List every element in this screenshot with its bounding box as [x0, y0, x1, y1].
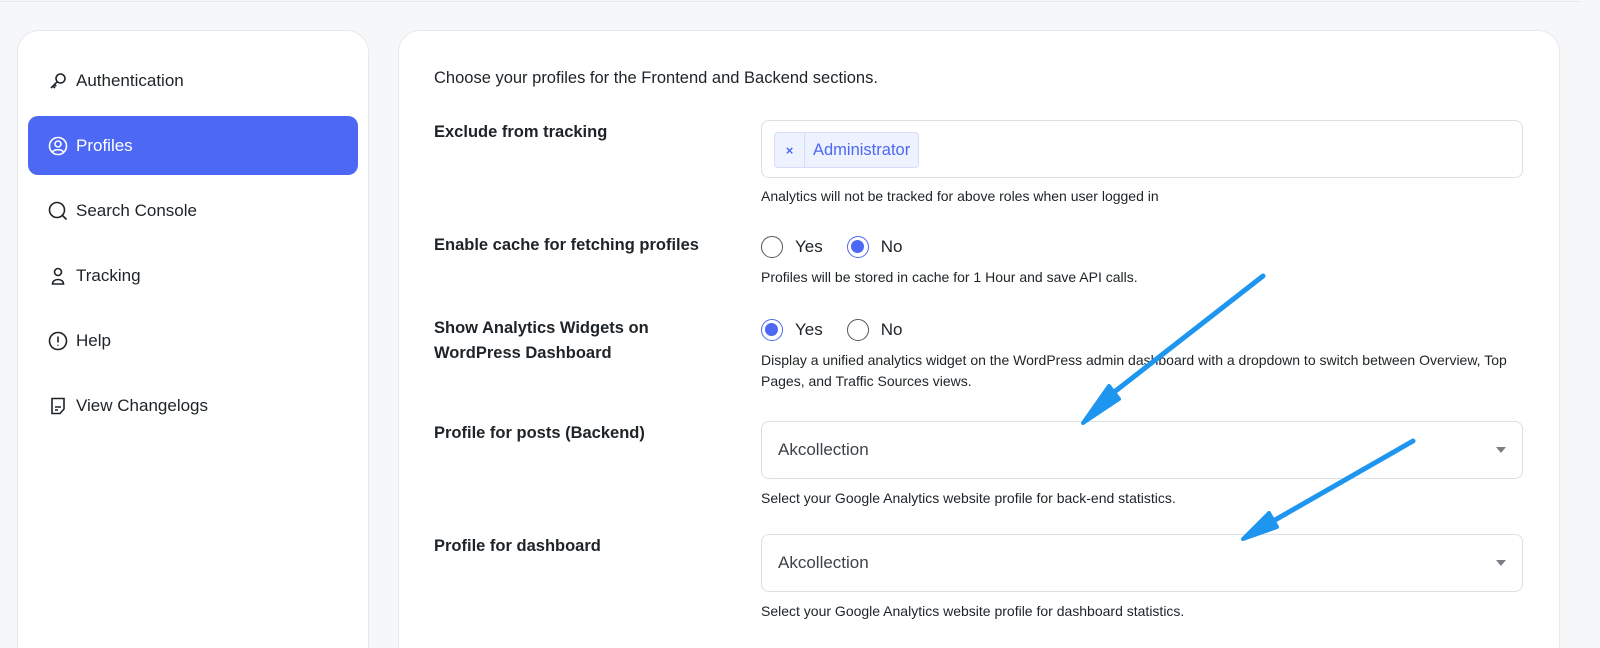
search-icon	[48, 201, 68, 221]
select-value: Akcollection	[778, 440, 869, 459]
cache-help: Profiles will be stored in cache for 1 H…	[761, 269, 1138, 285]
radio-label: No	[880, 320, 903, 339]
sidebar-item-tracking[interactable]: Tracking	[28, 246, 358, 305]
remove-tag-icon[interactable]: ×	[775, 133, 805, 167]
radio-button[interactable]	[761, 319, 783, 341]
cache-label: Enable cache for fetching profiles	[434, 236, 699, 254]
sidebar-item-label: Search Console	[76, 200, 197, 220]
chevron-down-icon	[1496, 447, 1506, 453]
profiles-settings-panel: Choose your profiles for the Frontend an…	[398, 30, 1560, 648]
posts-profile-select[interactable]: Akcollection	[761, 421, 1523, 479]
widgets-label: Show Analytics Widgets on WordPress Dash…	[434, 319, 649, 362]
exclude-roles-input[interactable]: × Administrator	[761, 120, 1523, 178]
dashboard-profile-label: Profile for dashboard	[434, 537, 601, 555]
document-icon	[48, 396, 68, 416]
dashboard-profile-help: Select your Google Analytics website pro…	[761, 603, 1185, 619]
radio-button[interactable]	[761, 236, 783, 258]
dashboard-profile-select[interactable]: Akcollection	[761, 534, 1523, 592]
widgets-yes-radio[interactable]: Yes	[761, 319, 823, 341]
posts-profile-help: Select your Google Analytics website pro…	[761, 490, 1176, 506]
radio-label: Yes	[795, 320, 823, 339]
person-icon	[48, 266, 68, 286]
intro-text: Choose your profiles for the Frontend an…	[434, 69, 878, 87]
cache-no-radio[interactable]: No	[846, 236, 903, 258]
radio-label: Yes	[795, 237, 823, 256]
select-value: Akcollection	[778, 553, 869, 572]
sidebar-item-label: Help	[76, 330, 111, 350]
posts-profile-label: Profile for posts (Backend)	[434, 424, 645, 442]
sidebar-item-help[interactable]: Help	[28, 311, 358, 370]
exclude-tracking-label: Exclude from tracking	[434, 123, 608, 141]
radio-button[interactable]	[846, 236, 869, 258]
widgets-radio-group: Yes No	[761, 316, 1523, 344]
sidebar-item-label: Profiles	[76, 135, 133, 155]
info-icon	[48, 331, 68, 351]
widgets-no-radio[interactable]: No	[846, 319, 903, 341]
sidebar-item-profiles[interactable]: Profiles	[28, 116, 358, 175]
role-tag-label: Administrator	[813, 140, 911, 159]
widgets-help: Display a unified analytics widget on th…	[761, 352, 1507, 389]
chevron-down-icon	[1496, 560, 1506, 566]
sidebar-item-label: Tracking	[76, 265, 141, 285]
cache-radio-group: Yes No	[761, 233, 1523, 261]
sidebar-item-search-console[interactable]: Search Console	[28, 181, 358, 240]
role-tag: × Administrator	[774, 132, 920, 168]
radio-label: No	[880, 237, 903, 256]
sidebar-item-label: Authentication	[76, 70, 184, 90]
settings-sidebar: Authentication Profiles Search Console T…	[17, 30, 369, 648]
exclude-tracking-help: Analytics will not be tracked for above …	[761, 188, 1159, 204]
user-circle-icon	[48, 136, 68, 156]
sidebar-item-label: View Changelogs	[76, 395, 208, 415]
cache-yes-radio[interactable]: Yes	[761, 236, 823, 258]
sidebar-item-view-changelogs[interactable]: View Changelogs	[28, 376, 358, 435]
sidebar-item-authentication[interactable]: Authentication	[28, 51, 358, 110]
radio-button[interactable]	[846, 319, 869, 341]
key-icon	[48, 71, 68, 91]
top-bar	[0, 0, 1580, 2]
